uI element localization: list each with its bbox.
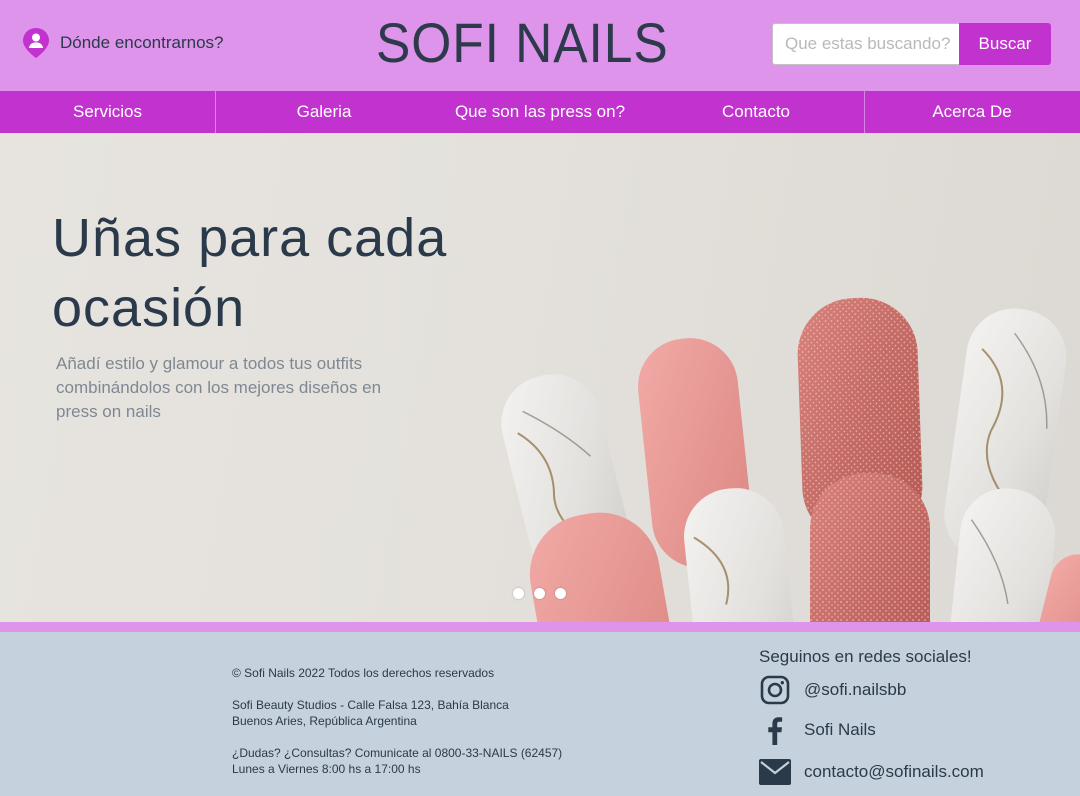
- email-link[interactable]: contacto@sofinails.com: [759, 756, 984, 788]
- instagram-link[interactable]: @sofi.nailsbb: [759, 674, 906, 706]
- address-line-1: Sofi Beauty Studios - Calle Falsa 123, B…: [232, 698, 509, 712]
- contact-line-2: Lunes a Viernes 8:00 hs a 17:00 hs: [232, 762, 421, 776]
- search-bar: Buscar: [772, 23, 1051, 65]
- address: Sofi Beauty Studios - Calle Falsa 123, B…: [232, 697, 562, 729]
- nav-item-press-on[interactable]: Que son las press on?: [432, 91, 648, 133]
- slide-dot[interactable]: [513, 588, 524, 599]
- header: Dónde encontrarnos? SOFI NAILS Buscar: [0, 0, 1080, 91]
- site-title: SOFI NAILS: [376, 11, 669, 74]
- hero-subtitle: Añadí estilo y glamour a todos tus outfi…: [56, 354, 382, 421]
- copyright: © Sofi Nails 2022 Todos los derechos res…: [232, 666, 495, 680]
- footer-info: © Sofi Nails 2022 Todos los derechos res…: [232, 665, 562, 793]
- nav-item-contacto[interactable]: Contacto: [648, 91, 864, 133]
- search-input[interactable]: [772, 23, 959, 65]
- facebook-icon: [768, 717, 783, 745]
- facebook-link[interactable]: Sofi Nails: [759, 714, 876, 746]
- footer-divider: [0, 622, 1080, 632]
- contact-line-1: ¿Dudas? ¿Consultas? Comunicate al 0800-3…: [232, 746, 563, 760]
- contact-info: ¿Dudas? ¿Consultas? Comunicate al 0800-3…: [232, 745, 562, 777]
- hero-title: Uñas para cada ocasión: [52, 203, 447, 343]
- instagram-icon: [760, 675, 790, 705]
- nav-item-acerca-de[interactable]: Acerca De: [865, 91, 1079, 133]
- address-line-2: Buenos Aries, República Argentina: [232, 714, 417, 728]
- facebook-name: Sofi Nails: [804, 720, 876, 739]
- main-nav: Servicios Galeria Que son las press on? …: [0, 91, 1080, 133]
- nav-item-servicios[interactable]: Servicios: [0, 91, 215, 133]
- nav-item-galeria[interactable]: Galeria: [216, 91, 432, 133]
- slide-dot[interactable]: [555, 588, 566, 599]
- mail-icon: [759, 759, 791, 785]
- email-address: contacto@sofinails.com: [804, 762, 984, 781]
- social-title: Seguinos en redes sociales!: [759, 647, 972, 666]
- instagram-handle: @sofi.nailsbb: [804, 680, 907, 699]
- slide-indicators: [513, 588, 576, 599]
- hero-title-line-1: Uñas para cada: [52, 208, 448, 268]
- location-link[interactable]: Dónde encontrarnos?: [22, 27, 224, 59]
- hero-title-line-2: ocasión: [52, 278, 246, 338]
- footer: © Sofi Nails 2022 Todos los derechos res…: [0, 632, 1080, 796]
- location-pin-icon: [23, 28, 49, 58]
- slide-dot[interactable]: [534, 588, 545, 599]
- hero-slideshow: Uñas para cada ocasión Añadí estilo y gl…: [0, 133, 1080, 622]
- location-label: Dónde encontrarnos?: [60, 33, 224, 52]
- search-button[interactable]: Buscar: [959, 23, 1051, 65]
